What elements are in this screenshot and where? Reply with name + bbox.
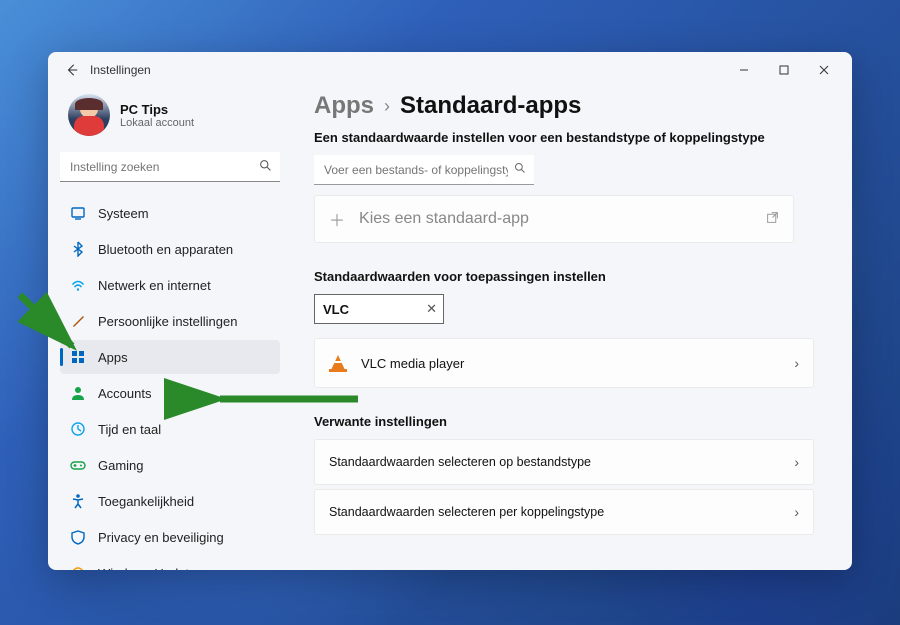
profile-name: PC Tips — [120, 102, 194, 117]
minimize-button[interactable] — [724, 54, 764, 86]
search-field-wrap — [60, 152, 280, 182]
close-button[interactable] — [804, 54, 844, 86]
update-icon — [70, 565, 86, 570]
related-setting-row[interactable]: Standaardwaarden selecteren op bestandst… — [314, 439, 814, 485]
sidebar-item-accounts[interactable]: Accounts — [60, 376, 280, 410]
chevron-right-icon: › — [794, 355, 799, 371]
filetype-input[interactable] — [314, 155, 534, 185]
sidebar-item-label: Tijd en taal — [98, 422, 161, 437]
sidebar-item-bluetooth[interactable]: Bluetooth en apparaten — [60, 232, 280, 266]
sidebar-item-systeem[interactable]: Systeem — [60, 196, 280, 230]
open-external-icon — [766, 211, 779, 227]
annotation-arrow — [292, 387, 368, 411]
nav-list: Systeem Bluetooth en apparaten Netwerk en … — [60, 196, 280, 570]
app-search-field[interactable]: ✕ — [314, 294, 444, 324]
profile-block[interactable]: PC Tips Lokaal account — [60, 88, 280, 152]
sidebar-item-label: Accounts — [98, 386, 151, 401]
sidebar-item-label: Bluetooth en apparaten — [98, 242, 233, 257]
chevron-right-icon: › — [794, 454, 799, 470]
arrow-left-icon — [65, 63, 79, 77]
sidebar-item-label: Toegankelijkheid — [98, 494, 194, 509]
main-content: Apps › Standaard-apps Een standaardwaard… — [292, 88, 852, 570]
sidebar-item-gaming[interactable]: Gaming — [60, 448, 280, 482]
bluetooth-icon — [70, 241, 86, 257]
maximize-button[interactable] — [764, 54, 804, 86]
settings-window: Instellingen PC Tips Lokaal account Sy — [48, 52, 852, 570]
filetype-section-title: Een standaardwaarde instellen voor een b… — [314, 130, 818, 145]
app-result-label: VLC media player — [361, 356, 464, 371]
clear-icon[interactable]: ✕ — [426, 301, 437, 317]
system-icon — [70, 205, 86, 221]
sidebar-item-label: Windows Update — [98, 566, 196, 571]
choose-default-label: Kies een standaard-app — [359, 210, 529, 228]
sidebar-item-apps[interactable]: Apps — [60, 340, 280, 374]
window-controls — [724, 54, 844, 86]
app-result-row[interactable]: VLC media player › — [314, 338, 814, 388]
sidebar-item-update[interactable]: Windows Update — [60, 556, 280, 570]
sidebar: PC Tips Lokaal account Systeem Bluetooth … — [48, 88, 292, 570]
breadcrumb-parent[interactable]: Apps — [314, 92, 374, 120]
filetype-input-wrap — [314, 155, 534, 185]
related-setting-label: Standaardwaarden selecteren op bestandst… — [329, 455, 591, 469]
sidebar-item-toegank[interactable]: Toegankelijkheid — [60, 484, 280, 518]
breadcrumb-current: Standaard-apps — [400, 92, 581, 120]
game-icon — [70, 457, 86, 473]
profile-subtitle: Lokaal account — [120, 117, 194, 129]
sidebar-item-label: Systeem — [98, 206, 149, 221]
search-input[interactable] — [60, 152, 280, 182]
related-setting-label: Standaardwaarden selecteren per koppelin… — [329, 505, 604, 519]
vlc-icon — [329, 354, 347, 372]
back-button[interactable] — [56, 54, 88, 86]
sidebar-item-netwerk[interactable]: Netwerk en internet — [60, 268, 280, 302]
apps-icon — [70, 349, 86, 365]
sidebar-item-label: Netwerk en internet — [98, 278, 211, 293]
related-section-title: Verwante instellingen — [314, 414, 818, 429]
related-setting-row[interactable]: Standaardwaarden selecteren per koppelin… — [314, 489, 814, 535]
wifi-icon — [70, 277, 86, 293]
window-title: Instellingen — [90, 63, 151, 77]
sidebar-item-label: Privacy en beveiliging — [98, 530, 224, 545]
titlebar: Instellingen — [48, 52, 852, 88]
clock-icon — [70, 421, 86, 437]
sidebar-item-persoonlijk[interactable]: Persoonlijke instellingen — [60, 304, 280, 338]
choose-default-app-button[interactable]: ＋ Kies een standaard-app — [314, 195, 794, 243]
plus-icon: ＋ — [329, 207, 345, 231]
chevron-right-icon: › — [384, 96, 390, 117]
sidebar-item-privacy[interactable]: Privacy en beveiliging — [60, 520, 280, 554]
sidebar-item-label: Apps — [98, 350, 128, 365]
sidebar-item-tijd[interactable]: Tijd en taal — [60, 412, 280, 446]
person-icon — [70, 385, 86, 401]
sidebar-item-label: Persoonlijke instellingen — [98, 314, 237, 329]
sidebar-item-label: Gaming — [98, 458, 144, 473]
chevron-right-icon: › — [794, 504, 799, 520]
breadcrumb: Apps › Standaard-apps — [314, 92, 818, 120]
app-search-input[interactable] — [323, 302, 417, 317]
brush-icon — [70, 313, 86, 329]
apps-section-title: Standaardwaarden voor toepassingen inste… — [314, 269, 818, 284]
access-icon — [70, 493, 86, 509]
avatar — [68, 94, 110, 136]
shield-icon — [70, 529, 86, 545]
